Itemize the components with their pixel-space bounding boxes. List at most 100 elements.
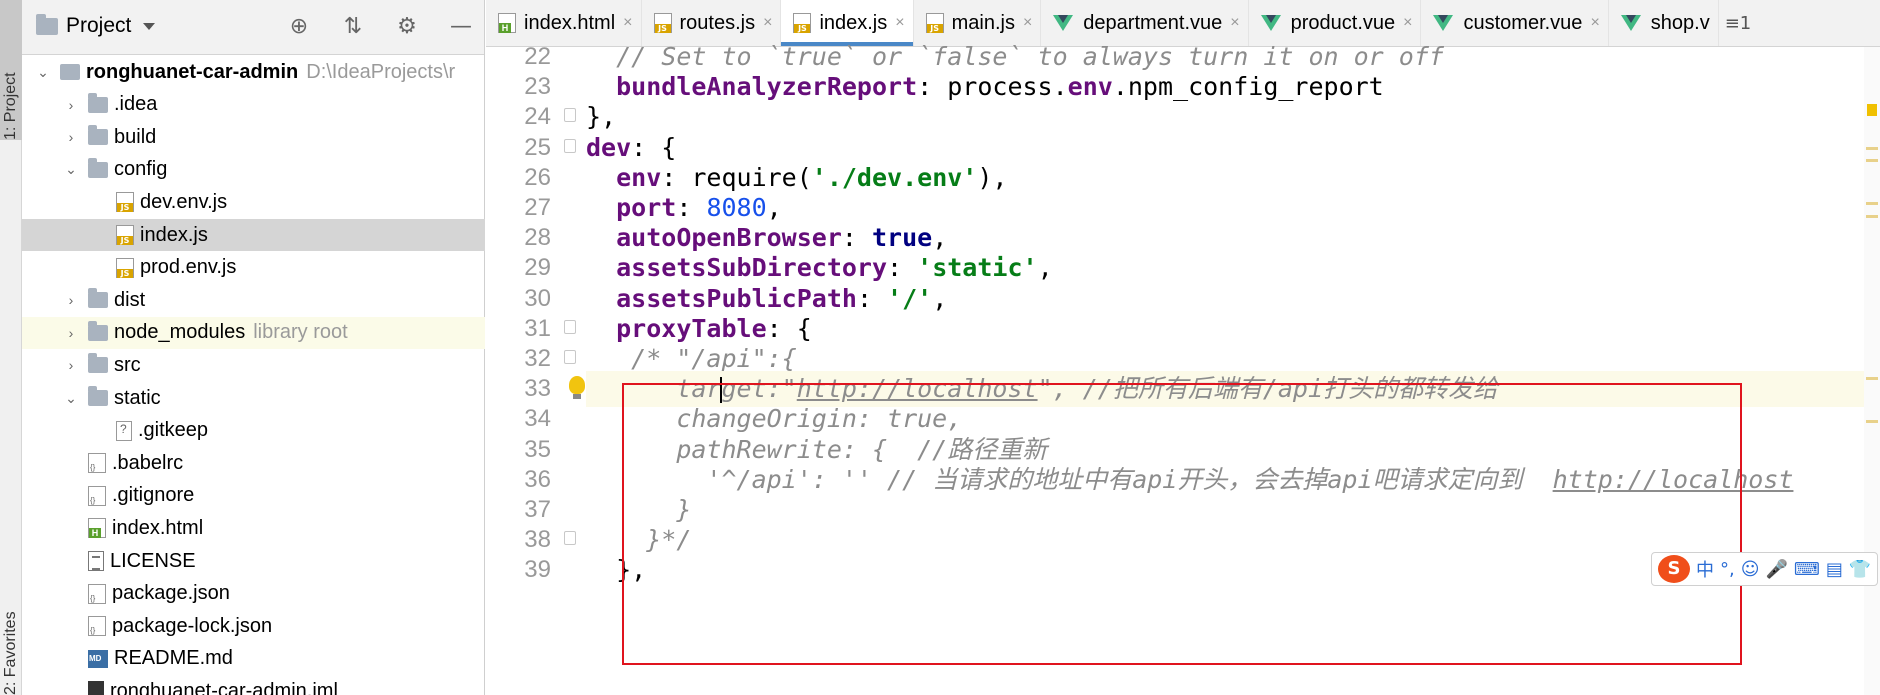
code-token: } [676, 495, 692, 524]
project-panel-title: Project [66, 14, 132, 37]
md-file-icon [88, 649, 108, 668]
code-token: 'static' [917, 253, 1038, 283]
gear-icon[interactable]: ⚙ [394, 14, 420, 40]
project-panel: Project ⊕ ⇅ ⚙ — ⌄ ronghuanet-car-admin D:\… [22, 0, 485, 695]
chevron-right-icon[interactable]: › [64, 357, 78, 373]
fold-marker-icon[interactable] [564, 350, 576, 364]
emoji-icon[interactable]: ☺ [1741, 559, 1760, 580]
code-token: assetsSubDirectory [616, 253, 888, 283]
code-token: // Set to `true` or `false` to always tu… [616, 42, 1444, 71]
chevron-right-icon[interactable]: › [64, 129, 78, 145]
chevron-right-icon[interactable]: › [64, 97, 78, 113]
fold-marker-icon[interactable] [564, 138, 576, 153]
chevron-right-icon[interactable]: › [64, 292, 78, 308]
ime-logo-icon[interactable]: S [1658, 555, 1690, 583]
tree-item[interactable]: .gitkeep [22, 415, 485, 447]
chevron-down-icon[interactable]: ⌄ [64, 161, 78, 178]
tree-item[interactable]: › build [22, 121, 485, 153]
tree-item[interactable]: LICENSE [22, 545, 485, 577]
tree-item[interactable]: .babelrc [22, 447, 485, 479]
ime-punctuation-icon[interactable]: °, [1720, 559, 1735, 580]
code-token: /* "/api":{ [631, 344, 797, 373]
tree-item[interactable]: dev.env.js [22, 186, 485, 218]
tree-item[interactable]: ⌄ config [22, 154, 485, 186]
close-icon[interactable]: × [763, 14, 772, 32]
tree-item[interactable]: README.md [22, 643, 485, 675]
tree-item-label: index.js [140, 223, 208, 246]
tree-item[interactable]: ⌄ ronghuanet-car-admin D:\IdeaProjects\r [22, 56, 485, 88]
code-token: bundleAnalyzerReport [616, 72, 918, 102]
favorites-tool-tab[interactable]: 2: Favorites [0, 560, 22, 695]
fold-marker-icon[interactable] [564, 319, 576, 334]
project-tool-tab[interactable]: 1: Project [0, 0, 22, 140]
tree-item[interactable]: prod.env.js [22, 252, 485, 284]
scroll-marker [1866, 202, 1878, 205]
hide-panel-icon[interactable]: — [448, 14, 474, 40]
close-icon[interactable]: × [1403, 14, 1412, 32]
tree-item-label: .idea [114, 93, 158, 116]
locate-target-icon[interactable]: ⊕ [286, 14, 312, 40]
code-token: '^/api': '' // 当请求的地址中有api开头，会去掉api吧请求定向… [706, 464, 1553, 494]
code-view[interactable]: 22 // Set to `true` or `false` to always… [524, 42, 1880, 695]
tree-item[interactable]: › src [22, 349, 485, 381]
folder-file-icon [88, 353, 108, 374]
close-icon[interactable]: × [1230, 14, 1239, 32]
scroll-marker [1866, 147, 1878, 150]
tree-item-label: ronghuanet-car-admin.iml [110, 679, 338, 695]
tree-item[interactable]: index.js [22, 219, 485, 251]
close-icon[interactable]: × [1590, 14, 1599, 32]
code-token: .npm_config_report [1112, 72, 1384, 102]
tree-item-label: .babelrc [112, 451, 184, 474]
js-file-icon [925, 13, 944, 33]
chevron-down-icon[interactable]: ⌄ [36, 64, 50, 81]
toolbox-icon[interactable]: ▤ [1826, 559, 1843, 580]
collapse-all-icon[interactable]: ⇅ [340, 14, 366, 40]
lightbulb-icon[interactable] [569, 376, 585, 400]
ime-chinese-mode-icon[interactable]: 中 [1696, 556, 1714, 582]
tree-item[interactable]: package.json [22, 578, 485, 610]
tree-item-label: build [114, 125, 157, 148]
tree-item[interactable]: .gitignore [22, 480, 485, 512]
vue-file-icon [1433, 15, 1454, 31]
fold-marker-icon[interactable] [564, 108, 576, 123]
tree-item[interactable]: › dist [22, 284, 485, 316]
html-file-icon [88, 518, 106, 539]
tree-item[interactable]: › node_modules library root [22, 316, 485, 349]
tree-item[interactable]: index.html [22, 512, 485, 544]
chevron-down-icon[interactable]: ⌄ [64, 390, 78, 407]
tree-item[interactable]: › .idea [22, 89, 485, 121]
scroll-marker [1866, 377, 1878, 380]
folder-file-icon [88, 320, 108, 341]
tree-item[interactable]: ⌄ static [22, 382, 485, 414]
tree-item[interactable]: ronghuanet-car-admin.iml [22, 675, 485, 695]
close-icon[interactable]: × [623, 14, 632, 32]
editor-scrollbar[interactable] [1864, 47, 1880, 695]
html-file-icon [498, 13, 516, 33]
close-icon[interactable]: × [1023, 14, 1032, 32]
skin-icon[interactable]: 👕 [1849, 559, 1871, 580]
code-token: : [887, 253, 918, 283]
code-token: pathRewrite: { //路径重新 [676, 434, 1048, 464]
code-token: , [932, 283, 948, 313]
project-view-selector[interactable]: Project [36, 13, 156, 38]
tree-item-label: prod.env.js [140, 256, 237, 279]
code-token: assetsPublicPath [616, 283, 857, 313]
close-icon[interactable]: × [895, 14, 904, 32]
code-token: changeOrigin: true, [676, 404, 963, 434]
code-token: proxyTable [616, 313, 767, 343]
editor-tab-label: routes.js [679, 11, 756, 34]
chevron-right-icon[interactable]: › [64, 325, 78, 341]
fold-marker-icon[interactable] [564, 531, 576, 546]
tree-item[interactable]: package-lock.json [22, 610, 485, 642]
microphone-icon[interactable]: 🎤 [1766, 559, 1788, 580]
keyboard-icon[interactable]: ⌨ [1794, 559, 1820, 580]
tree-item-hint: D:\IdeaProjects\r [306, 60, 456, 83]
editor-tab-label: customer.vue [1463, 11, 1583, 34]
